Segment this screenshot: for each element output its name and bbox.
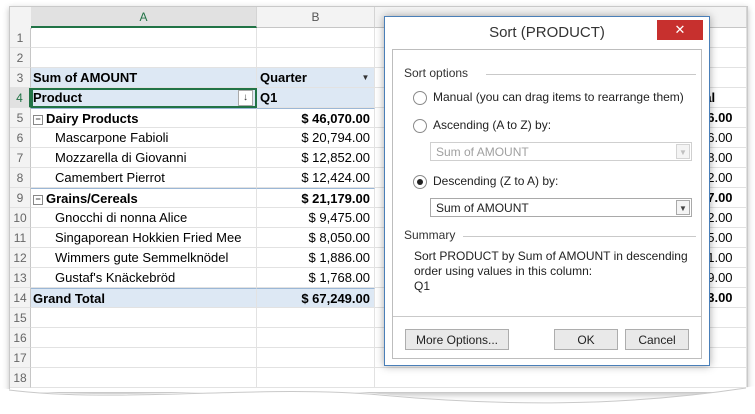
pivot-column-item[interactable]: Q1 [257, 88, 375, 108]
row-number[interactable]: 2 [10, 48, 31, 68]
cell[interactable] [31, 328, 257, 348]
select-all-corner[interactable] [10, 7, 32, 29]
item-cell[interactable]: Gnocchi di nonna Alice [31, 208, 257, 228]
summary-line: Q1 [414, 279, 431, 293]
summary-line: order using values in this column: [414, 264, 593, 278]
value-cell[interactable]: $ 12,424.00 [257, 168, 375, 188]
item-cell[interactable]: Mozzarella di Giovanni [31, 148, 257, 168]
sort-dialog: Sort (PRODUCT) ✕ Sort options Manual (yo… [384, 16, 710, 366]
ascending-by-select: Sum of AMOUNT ▼ [430, 142, 692, 161]
value-cell[interactable]: $ 8,050.00 [257, 228, 375, 248]
cell[interactable] [257, 348, 375, 368]
grand-total-label[interactable]: Grand Total [31, 288, 257, 308]
window-frame: A B 1 2 3 Sum of AMOUNT Quarter ▼ 4 Prod… [9, 6, 748, 393]
group-label: Dairy Products [46, 111, 139, 126]
cell[interactable] [31, 48, 257, 68]
row-number[interactable]: 14 [10, 288, 31, 308]
cell[interactable] [257, 28, 375, 48]
descending-radio[interactable] [413, 175, 427, 189]
value-cell[interactable]: $ 21,179.00 [257, 188, 375, 208]
value-cell[interactable]: $ 9,475.00 [257, 208, 375, 228]
row-number[interactable]: 8 [10, 168, 31, 188]
spreadsheet-grid[interactable]: A B 1 2 3 Sum of AMOUNT Quarter ▼ 4 Prod… [10, 7, 747, 392]
row-number[interactable]: 5 [10, 108, 31, 128]
item-cell[interactable]: Gustaf's Knäckebröd [31, 268, 257, 288]
summary-label: Summary [404, 228, 456, 242]
row-number[interactable]: 6 [10, 128, 31, 148]
cell[interactable] [257, 328, 375, 348]
item-cell[interactable]: Singaporean Hokkien Fried Mee [31, 228, 257, 248]
more-options-button[interactable]: More Options... [405, 329, 509, 350]
row-number[interactable]: 15 [10, 308, 31, 328]
row-number[interactable]: 11 [10, 228, 31, 248]
item-cell[interactable]: Wimmers gute Semmelknödel [31, 248, 257, 268]
manual-radio[interactable] [413, 91, 427, 105]
ok-button[interactable]: OK [554, 329, 618, 350]
descending-by-value: Sum of AMOUNT [436, 201, 529, 215]
cell[interactable] [257, 308, 375, 328]
row-number[interactable]: 7 [10, 148, 31, 168]
cell[interactable] [257, 48, 375, 68]
value-cell[interactable]: $ 46,070.00 [257, 108, 375, 128]
collapse-icon[interactable]: − [33, 115, 43, 125]
divider [463, 236, 696, 237]
group-label: Grains/Cereals [46, 191, 138, 206]
item-cell[interactable]: Mascarpone Fabioli [31, 128, 257, 148]
sort-options-label: Sort options [404, 66, 469, 80]
row-number[interactable]: 4 [10, 88, 31, 108]
pivot-column-field[interactable]: Quarter ▼ [257, 68, 375, 88]
ascending-label[interactable]: Ascending (A to Z) by: [433, 118, 551, 132]
torn-edge [0, 386, 755, 414]
pivot-values-header[interactable]: Sum of AMOUNT [31, 68, 257, 88]
value-cell[interactable]: $ 12,852.00 [257, 148, 375, 168]
row-number[interactable]: 10 [10, 208, 31, 228]
dialog-body: Sort options Manual (you can drag items … [392, 49, 702, 359]
cell[interactable] [31, 348, 257, 368]
value-cell[interactable]: $ 20,794.00 [257, 128, 375, 148]
row-number[interactable]: 1 [10, 28, 31, 48]
row-number[interactable]: 3 [10, 68, 31, 88]
descending-label[interactable]: Descending (Z to A) by: [433, 174, 558, 188]
divider [393, 316, 701, 317]
summary-text: Sort PRODUCT by Sum of AMOUNT in descend… [414, 249, 704, 294]
row-number[interactable]: 17 [10, 348, 31, 368]
row-number[interactable]: 9 [10, 188, 31, 208]
pivot-column-field-label: Quarter [260, 70, 307, 85]
item-cell[interactable]: Camembert Pierrot [31, 168, 257, 188]
column-header-a[interactable]: A [31, 7, 257, 28]
grand-total-value[interactable]: $ 67,249.00 [257, 288, 375, 308]
summary-line: Sort PRODUCT by Sum of AMOUNT in descend… [414, 249, 688, 263]
filter-dropdown-icon[interactable]: ▼ [359, 71, 372, 84]
divider [486, 74, 696, 75]
cell[interactable] [31, 308, 257, 328]
sort-descending-icon[interactable]: ↓ [238, 90, 253, 106]
value-cell[interactable]: $ 1,768.00 [257, 268, 375, 288]
pivot-row-field[interactable]: Product ↓ [31, 88, 257, 108]
pivot-row-field-label: Product [33, 90, 83, 105]
row-number[interactable]: 12 [10, 248, 31, 268]
collapse-icon[interactable]: − [33, 195, 43, 205]
cell[interactable] [31, 28, 257, 48]
column-header-b[interactable]: B [257, 7, 375, 28]
close-button[interactable]: ✕ [657, 20, 703, 40]
descending-by-select[interactable]: Sum of AMOUNT ▼ [430, 198, 692, 217]
ascending-by-value: Sum of AMOUNT [436, 145, 529, 159]
row-number[interactable]: 13 [10, 268, 31, 288]
value-cell[interactable]: $ 1,886.00 [257, 248, 375, 268]
ascending-radio[interactable] [413, 119, 427, 133]
chevron-down-icon[interactable]: ▼ [676, 200, 690, 215]
chevron-down-icon: ▼ [676, 144, 690, 159]
pivot-group-cell[interactable]: − Dairy Products [31, 108, 257, 128]
row-number[interactable]: 16 [10, 328, 31, 348]
pivot-group-cell[interactable]: − Grains/Cereals [31, 188, 257, 208]
cancel-button[interactable]: Cancel [625, 329, 689, 350]
manual-label[interactable]: Manual (you can drag items to rearrange … [433, 90, 684, 104]
